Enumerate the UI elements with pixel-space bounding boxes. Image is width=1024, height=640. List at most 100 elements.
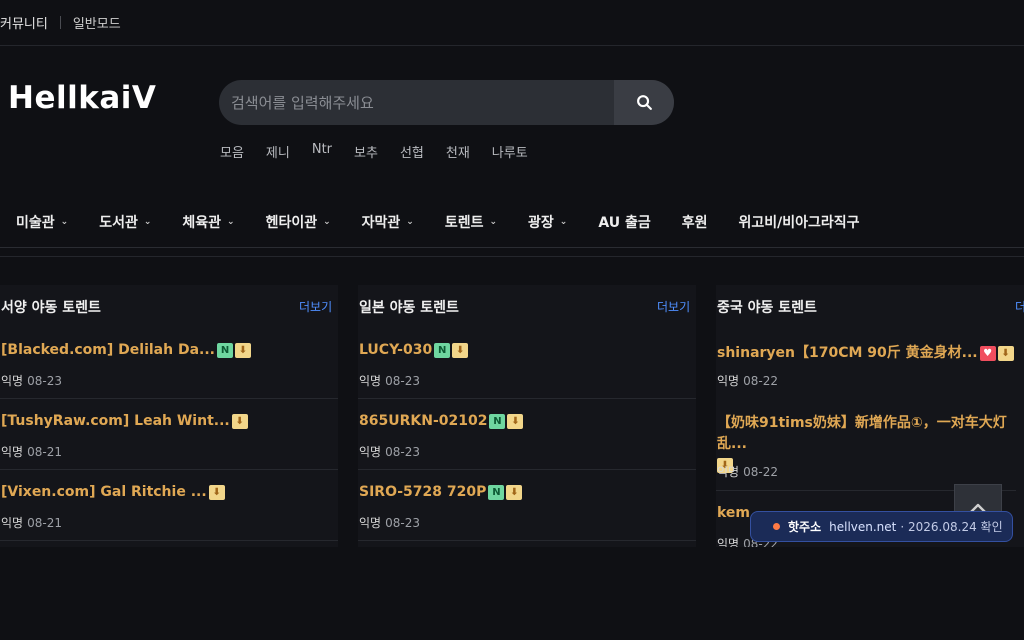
main-nav: 미술관 ⌄ 도서관 ⌄ 체육관 ⌄ 헨타이관 ⌄ 자막관 ⌄ 토렌트 ⌄ 광장 ⌄ AU 출금…	[0, 196, 1024, 248]
nav-item-hentai[interactable]: 헨타이관 ⌄	[266, 212, 331, 232]
chevron-down-icon: ⌄	[559, 216, 568, 227]
post-author: 익명	[717, 374, 740, 388]
more-link[interactable]: 더보기	[299, 298, 332, 315]
nav-item-au-withdraw[interactable]: AU 출금	[598, 212, 650, 232]
community-link[interactable]: 커뮤니티	[0, 13, 48, 32]
post-title-text: [Vixen.com] Gal Ritchie ...	[1, 484, 207, 500]
nav-item-torrent[interactable]: 토렌트 ⌄	[445, 212, 497, 232]
mode-link[interactable]: 일반모드	[73, 13, 121, 32]
list-item[interactable]: SIRO-5728 720P N ⬇ 익명 08-23	[358, 470, 696, 541]
post-meta: 익명 08-22	[717, 463, 778, 480]
post-meta: 익명 08-21	[1, 443, 62, 460]
post-title[interactable]: [Blacked.com] Delilah Da... N ⬇	[1, 342, 251, 358]
panel-title: 중국 야동 토렌트	[717, 300, 817, 316]
chevron-down-icon: ⌄	[60, 216, 69, 227]
post-title-text: SIRO-5728 720P	[359, 484, 487, 500]
chevron-down-icon: ⌄	[489, 216, 498, 227]
nav-label: 광장	[528, 214, 554, 231]
post-author: 익명	[1, 374, 24, 388]
post-meta: 익명 08-23	[359, 514, 420, 531]
post-title-text: LUCY-030	[359, 342, 433, 358]
search-input[interactable]	[219, 80, 614, 125]
post-date: 08-22	[743, 374, 778, 388]
post-title[interactable]: LUCY-030 N ⬇	[359, 342, 469, 358]
list-item[interactable]: [Blacked.com] Delilah Da... N ⬇ 익명 08-23	[0, 328, 338, 399]
nav-label: 자막관	[361, 214, 401, 231]
nav-item-library[interactable]: 도서관 ⌄	[99, 212, 151, 232]
nav-label: 위고비/비아그라직구	[738, 214, 860, 231]
post-title-text: [TushyRaw.com] Leah Wint...	[1, 413, 230, 429]
download-icon: ⬇	[231, 414, 248, 429]
post-title[interactable]: kem	[717, 505, 750, 521]
list-item[interactable]: LUCY-030 N ⬇ 익명 08-23	[358, 328, 696, 399]
nav-label: 미술관	[16, 214, 55, 231]
post-date: 08-22	[743, 465, 778, 479]
nav-label: AU 출금	[598, 214, 651, 231]
post-author: 익명	[717, 465, 740, 479]
nav-label: 후원	[681, 214, 708, 231]
post-meta: 익명 08-23	[1, 372, 62, 389]
post-meta: 익명 08-23	[359, 443, 420, 460]
download-icon: ⬇	[997, 346, 1014, 361]
download-icon: ⬇	[235, 343, 251, 358]
post-title[interactable]: SIRO-5728 720P N ⬇	[359, 484, 523, 500]
search-button[interactable]	[614, 80, 674, 125]
post-date: 08-23	[385, 516, 420, 530]
more-link[interactable]: 더	[1015, 298, 1024, 315]
panel-western-torrent: 서양 야동 토렌트 더보기 [Blacked.com] Delilah Da..…	[0, 285, 338, 547]
new-badge-icon: N	[217, 343, 233, 358]
panel-title: 일본 야동 토렌트	[359, 300, 459, 316]
popular-keywords: 모음 제니 Ntr 보추 선협 천재 나루토	[220, 142, 528, 161]
keyword-link[interactable]: Ntr	[312, 142, 332, 161]
list-item[interactable]: [Vixen.com] Gal Ritchie ... ⬇ 익명 08-21	[0, 470, 338, 541]
list-item[interactable]: 865URKN-02102 N ⬇ 익명 08-23	[358, 399, 696, 470]
nav-item-shop[interactable]: 위고비/비아그라직구	[739, 212, 860, 232]
post-date: 08-23	[385, 374, 420, 388]
keyword-link[interactable]: 선협	[400, 142, 424, 161]
status-dot-icon	[773, 523, 780, 530]
hot-address-url[interactable]: hellven.net	[829, 520, 896, 534]
search-icon	[636, 95, 652, 110]
post-title[interactable]: shinaryen【170CM 90斤 黄金身材... ♥ ⬇	[717, 342, 1014, 362]
list-item[interactable]: shinaryen【170CM 90斤 黄金身材... ♥ ⬇ 익명 08-22	[716, 328, 1016, 399]
list-item[interactable]: [TushyRaw.com] Leah Wint... ⬇ 익명 08-21	[0, 399, 338, 470]
nav-item-gallery[interactable]: 미술관 ⌄	[16, 212, 68, 232]
chevron-down-icon: ⌄	[323, 216, 331, 227]
nav-item-donate[interactable]: 후원	[682, 212, 708, 232]
nav-item-gym[interactable]: 체육관 ⌄	[182, 212, 234, 232]
download-icon: ⬇	[452, 343, 469, 358]
keyword-link[interactable]: 천재	[446, 142, 470, 161]
search-bar	[219, 80, 674, 125]
post-title-text: 865URKN-02102	[359, 413, 488, 429]
post-title-text: shinaryen【170CM 90斤 黄金身材...	[717, 345, 978, 361]
post-author: 익명	[359, 374, 382, 388]
site-logo[interactable]: HellkaiV	[8, 80, 156, 116]
post-meta: 익명 08-21	[1, 514, 62, 531]
nav-label: 헨타이관	[265, 214, 318, 231]
hot-address-banner[interactable]: 핫주소 hellven.net · 2026.08.24 확인	[750, 511, 1013, 542]
keyword-link[interactable]: 보추	[354, 142, 378, 161]
post-title[interactable]: [Vixen.com] Gal Ritchie ... ⬇	[1, 484, 225, 500]
post-title[interactable]: 865URKN-02102 N ⬇	[359, 413, 524, 429]
post-author: 익명	[359, 445, 382, 459]
post-author: 익명	[717, 537, 740, 547]
nav-item-subtitle[interactable]: 자막관 ⌄	[362, 212, 414, 232]
more-link[interactable]: 더보기	[657, 298, 690, 315]
keyword-link[interactable]: 모음	[220, 142, 244, 161]
new-badge-icon: N	[489, 414, 506, 429]
keyword-link[interactable]: 제니	[266, 142, 290, 161]
hot-address-date: · 2026.08.24 확인	[900, 520, 1003, 534]
keyword-link[interactable]: 나루토	[492, 142, 528, 161]
new-badge-icon: N	[434, 343, 451, 358]
chevron-down-icon: ⌄	[143, 216, 152, 227]
list-item[interactable]: 【奶味91tims奶妹】新增作品①，一对车大灯乱... ⬇ 익명 08-22	[716, 399, 1016, 491]
nav-item-plaza[interactable]: 광장 ⌄	[528, 212, 567, 232]
nav-label: 체육관	[182, 214, 222, 231]
post-title[interactable]: [TushyRaw.com] Leah Wint... ⬇	[1, 413, 248, 429]
post-date: 08-23	[385, 445, 420, 459]
post-date: 08-23	[27, 374, 62, 388]
post-title-text: [Blacked.com] Delilah Da...	[1, 342, 215, 358]
top-bar: 커뮤니티 일반모드	[0, 0, 1024, 46]
heart-icon: ♥	[979, 346, 996, 361]
post-meta: 익명 08-22	[717, 372, 778, 389]
